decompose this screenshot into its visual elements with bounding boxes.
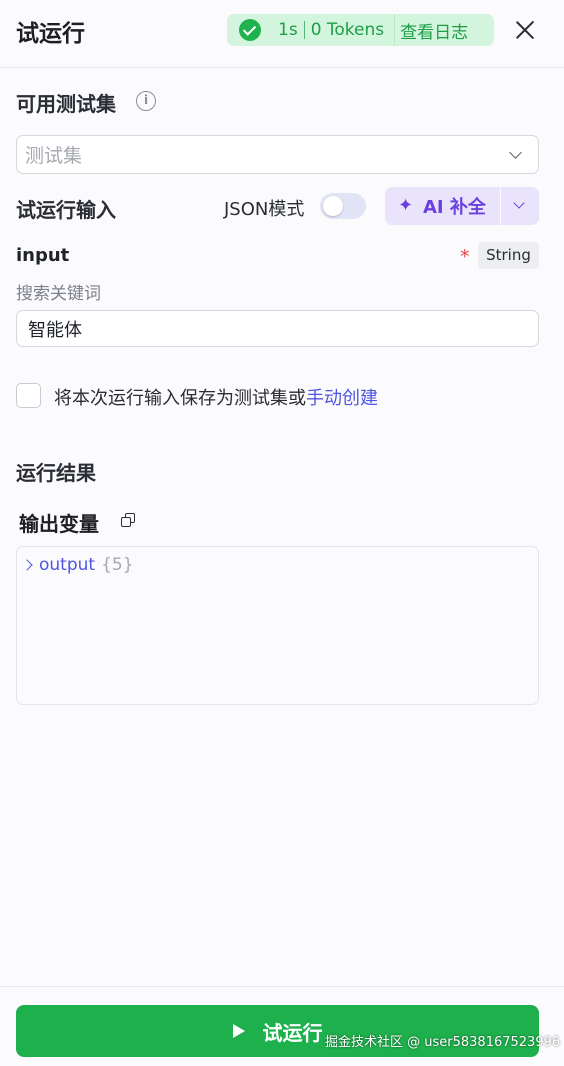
- chevron-down-icon: [513, 197, 525, 209]
- output-variables-title: 输出变量: [19, 512, 99, 536]
- chevron-right-icon: [21, 559, 33, 571]
- json-mode-toggle[interactable]: [320, 193, 366, 219]
- play-icon: [232, 1024, 245, 1038]
- field-description: 搜索关键词: [16, 284, 101, 304]
- save-as-testset-text: 将本次运行输入保存为测试集或手动创建: [54, 384, 378, 410]
- manual-create-link[interactable]: 手动创建: [306, 388, 378, 409]
- watermark: 掘金技术社区 @ user5838167523996: [325, 1035, 561, 1050]
- testset-select[interactable]: 测试集: [16, 135, 539, 174]
- output-tree-node[interactable]: output {5}: [21, 555, 134, 575]
- required-mark: *: [460, 246, 470, 268]
- output-viewer: output {5}: [16, 546, 539, 705]
- run-status-badge: 1s 0 Tokens 查看日志: [227, 14, 494, 46]
- sparkle-icon: ✦: [398, 195, 414, 216]
- copy-icon[interactable]: [121, 513, 135, 528]
- run-results-label: 运行结果: [16, 461, 96, 485]
- json-mode-label: JSON模式: [224, 199, 305, 220]
- keyword-input[interactable]: [16, 310, 539, 347]
- ai-options-dropdown[interactable]: [501, 187, 539, 225]
- copy-icon-front: [121, 517, 131, 527]
- view-log-button[interactable]: 查看日志: [400, 18, 468, 43]
- test-run-panel: 试运行 1s 0 Tokens 查看日志 可用测试集 i 测试集 试运行输入 J…: [0, 0, 564, 1066]
- panel-header: 试运行 1s 0 Tokens 查看日志: [0, 0, 564, 68]
- page-title: 试运行: [16, 21, 85, 47]
- info-icon[interactable]: i: [136, 91, 156, 111]
- token-count: 0 Tokens: [310, 20, 385, 40]
- close-icon[interactable]: [512, 17, 538, 43]
- panel-footer: 试运行: [0, 986, 564, 1066]
- testset-label: 可用测试集: [16, 92, 116, 116]
- toggle-knob: [323, 196, 343, 216]
- status-separator: [303, 21, 305, 39]
- run-duration: 1s: [278, 20, 298, 40]
- save-as-testset-checkbox[interactable]: [16, 383, 41, 408]
- save-as-testset-label: 将本次运行输入保存为测试集或: [54, 388, 306, 409]
- chevron-down-icon: [509, 146, 522, 159]
- ai-complete-button[interactable]: ✦ AI 补全: [385, 187, 500, 225]
- field-name: input: [16, 245, 70, 266]
- run-input-label: 试运行输入: [16, 198, 116, 222]
- testset-placeholder: 测试集: [25, 145, 83, 167]
- tree-node-key: output: [39, 555, 96, 575]
- tree-node-count: {5}: [101, 555, 134, 575]
- field-type-badge: String: [478, 242, 539, 269]
- ai-complete-label: AI 补全: [423, 197, 486, 218]
- test-run-label: 试运行: [262, 1020, 323, 1045]
- badge-divider: [394, 14, 396, 46]
- ai-complete-group: ✦ AI 补全: [385, 187, 539, 225]
- check-circle-icon: [239, 19, 261, 41]
